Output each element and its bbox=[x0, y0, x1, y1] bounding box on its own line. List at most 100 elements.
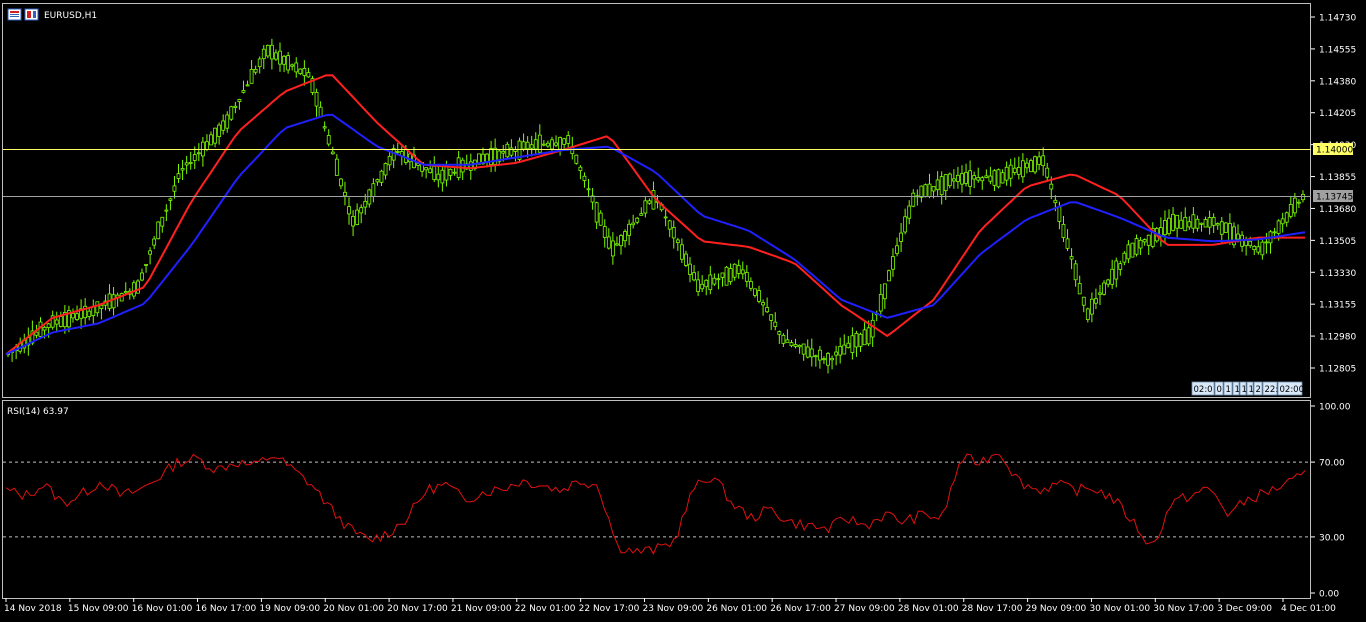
candle-body bbox=[452, 171, 457, 174]
candle-body bbox=[639, 213, 644, 216]
candle-body bbox=[951, 178, 956, 182]
candle-body bbox=[635, 217, 640, 223]
candle-body bbox=[1020, 160, 1025, 178]
candle-body bbox=[834, 351, 839, 356]
candle-body bbox=[826, 353, 830, 366]
candle-body bbox=[1301, 193, 1305, 201]
candle-body bbox=[1272, 231, 1277, 234]
candle-body bbox=[257, 58, 262, 68]
candle-body bbox=[619, 235, 623, 247]
bid-price-label: 1.13745 bbox=[1316, 193, 1353, 203]
background bbox=[0, 0, 1366, 622]
candle-body bbox=[46, 323, 51, 329]
candle-body bbox=[152, 238, 157, 246]
candle-body bbox=[688, 263, 692, 275]
candle-body bbox=[428, 168, 433, 174]
candle-body bbox=[351, 216, 355, 227]
candle-body bbox=[838, 346, 843, 356]
candle-body bbox=[862, 329, 867, 346]
candle-body bbox=[663, 216, 668, 219]
price-tick-label: 1.12980 bbox=[1319, 333, 1356, 343]
rsi-tick-label: 70.00 bbox=[1319, 459, 1345, 469]
candle-body bbox=[359, 207, 364, 214]
candle-body bbox=[980, 177, 985, 182]
candle-body bbox=[870, 319, 875, 338]
candle-body bbox=[172, 185, 177, 192]
candle-body bbox=[809, 348, 814, 358]
candle-body bbox=[424, 167, 429, 171]
candle-body bbox=[582, 175, 587, 181]
candle-body bbox=[1061, 223, 1066, 238]
candle-body bbox=[887, 270, 891, 282]
time-tick-label: 19 Nov 09:00 bbox=[259, 604, 320, 614]
candle-body bbox=[1146, 234, 1151, 246]
candle-body bbox=[1248, 240, 1253, 247]
scale-widget-label: 1 bbox=[1249, 385, 1254, 395]
scale-widget-label: 02:0 bbox=[1194, 385, 1213, 395]
candle-body bbox=[525, 141, 530, 150]
candle-body bbox=[1183, 216, 1188, 232]
time-tick-label: 30 Nov 17:00 bbox=[1153, 604, 1214, 614]
candle-body bbox=[318, 106, 323, 118]
candle-body bbox=[533, 139, 538, 150]
candle-body bbox=[1077, 283, 1082, 295]
candle-body bbox=[923, 184, 928, 198]
candle-body bbox=[578, 166, 583, 171]
scale-widget-label: 1 bbox=[1226, 385, 1231, 395]
price-tick-label: 1.14205 bbox=[1319, 109, 1356, 119]
candle-body bbox=[1053, 199, 1058, 204]
candle-body bbox=[903, 216, 908, 233]
candle-body bbox=[976, 177, 981, 181]
price-tick-label: 1.14730 bbox=[1319, 14, 1356, 24]
candle-body bbox=[550, 139, 554, 150]
candle-body bbox=[960, 173, 964, 185]
candle-body bbox=[221, 120, 226, 131]
candle-body bbox=[805, 346, 810, 358]
candle-body bbox=[854, 332, 859, 348]
candle-body bbox=[858, 333, 863, 347]
candle-body bbox=[1098, 292, 1102, 295]
time-tick-label: 28 Nov 01:00 bbox=[898, 604, 959, 614]
candle-body bbox=[326, 135, 331, 145]
scale-widget[interactable]: 02:0 0 1 1 1 1 2 22: 02:00 bbox=[1191, 381, 1305, 396]
candle-body bbox=[1081, 296, 1086, 306]
candle-body bbox=[631, 222, 636, 226]
candle-body bbox=[813, 355, 818, 358]
candle-body bbox=[627, 223, 632, 236]
candle-body bbox=[643, 200, 648, 214]
candle-body bbox=[261, 48, 266, 60]
candle-body bbox=[180, 168, 185, 171]
candle-body bbox=[943, 174, 948, 192]
candle-body bbox=[1102, 282, 1106, 295]
chart-window-icon bbox=[7, 8, 22, 21]
candle-body bbox=[1223, 222, 1228, 233]
time-tick-label: 16 Nov 17:00 bbox=[196, 604, 257, 614]
candle-body bbox=[931, 186, 936, 192]
candle-body bbox=[692, 272, 696, 281]
candle-body bbox=[716, 278, 721, 281]
candle-body bbox=[1167, 217, 1171, 235]
candle-body bbox=[160, 216, 165, 227]
candle-body bbox=[225, 114, 230, 129]
candle-body bbox=[1236, 233, 1240, 240]
candle-body bbox=[1142, 239, 1147, 243]
scale-widget-label: 1 bbox=[1235, 385, 1240, 395]
candle-body bbox=[895, 245, 899, 254]
candle-body bbox=[866, 327, 871, 345]
candle-body bbox=[1179, 219, 1184, 229]
candle-body bbox=[1049, 183, 1054, 190]
candle-body bbox=[1292, 197, 1297, 214]
candle-body bbox=[131, 282, 136, 297]
candle-body bbox=[830, 357, 834, 361]
candle-body bbox=[822, 358, 826, 361]
scale-widget-label: 02:00 bbox=[1280, 385, 1305, 395]
candle-body bbox=[757, 290, 761, 302]
candle-body bbox=[1280, 218, 1285, 225]
price-tick-label: 1.13505 bbox=[1319, 237, 1356, 247]
scale-widget-label: 0 bbox=[1217, 385, 1222, 395]
candle-body bbox=[1016, 166, 1021, 175]
candle-body bbox=[1094, 298, 1098, 304]
candle-body bbox=[1215, 223, 1220, 226]
candle-body bbox=[761, 302, 765, 306]
time-tick-label: 27 Nov 09:00 bbox=[834, 604, 895, 614]
